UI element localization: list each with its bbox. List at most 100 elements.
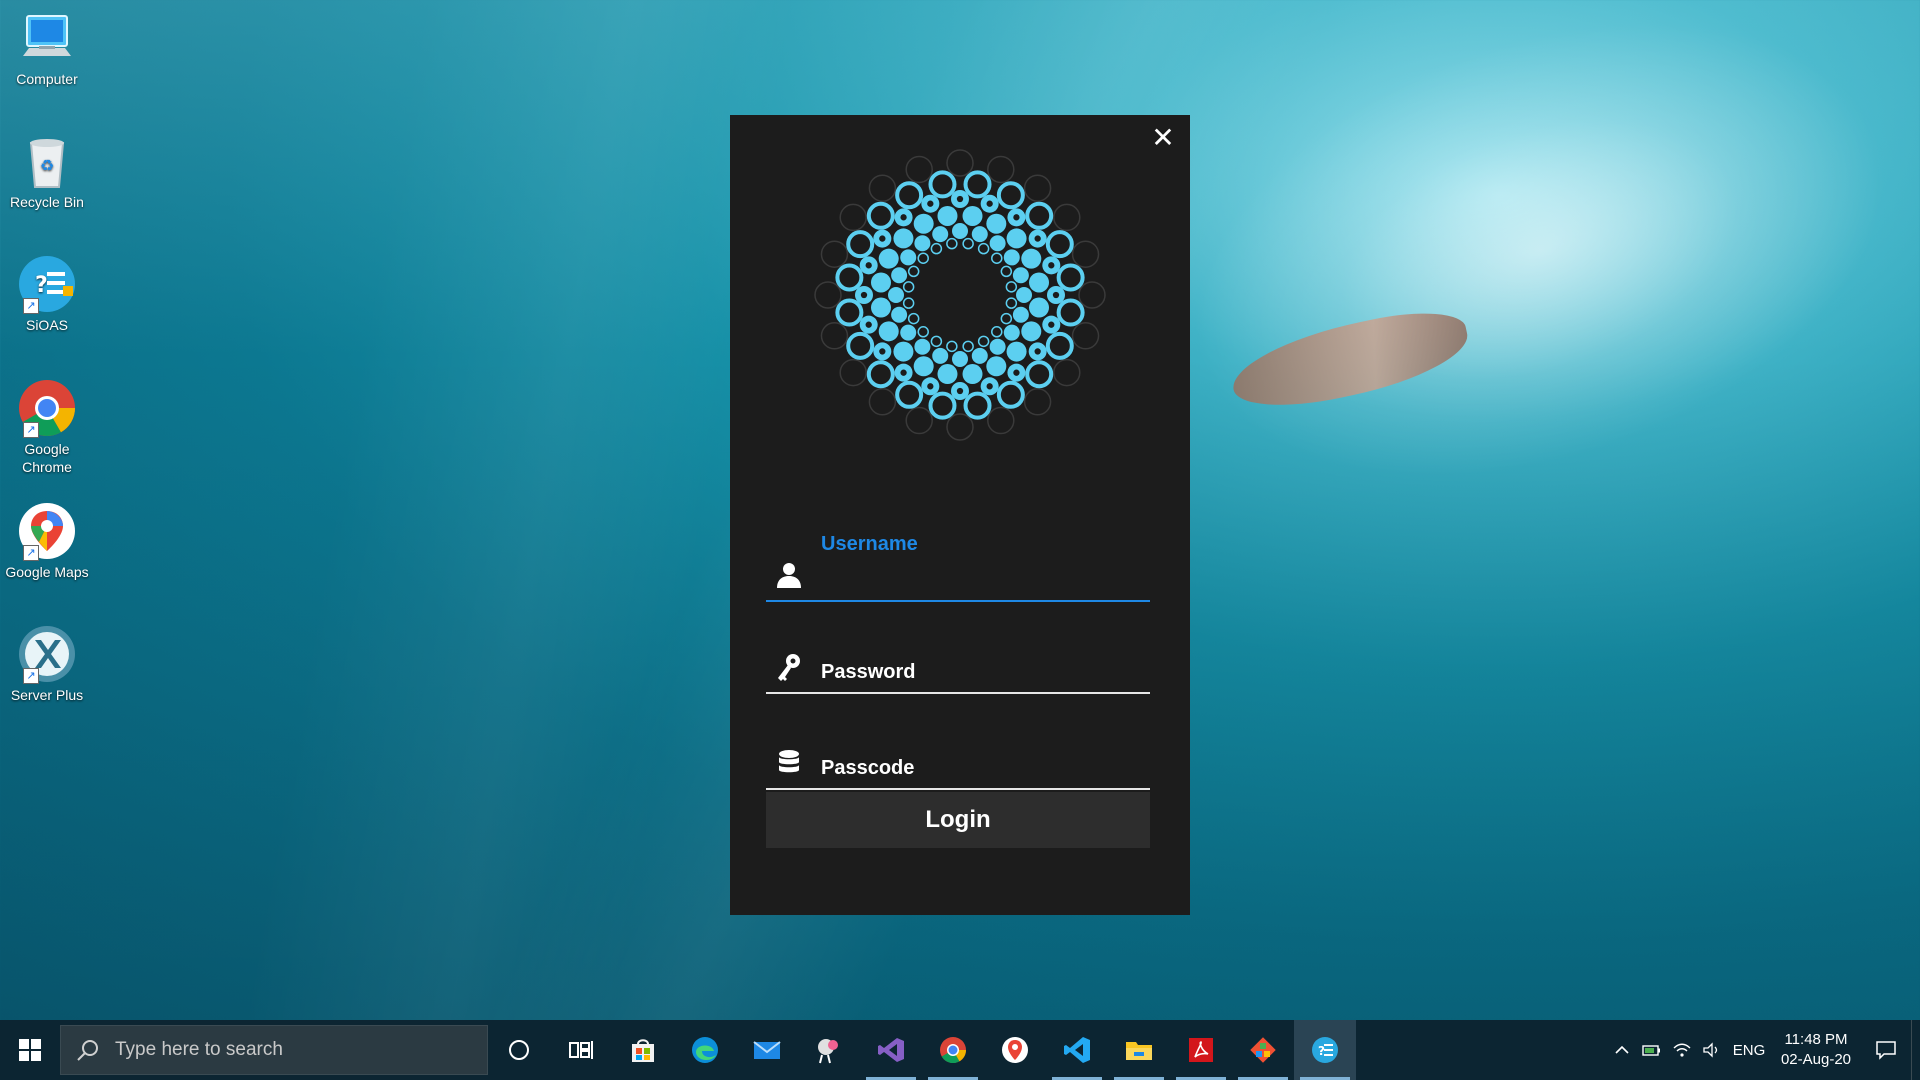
desktop-icon-computer[interactable]: Computer [0,0,94,88]
taskbar-app-acrobat[interactable] [1170,1020,1232,1080]
logo-dot [952,223,968,239]
logo-dot [930,242,943,255]
taskbar-search[interactable]: Type here to search [60,1025,488,1075]
logo-dot [839,358,867,387]
clock-date: 02-Aug-20 [1780,1051,1852,1068]
microsoft-store-icon [632,1039,654,1062]
desktop-icon-label: Computer [16,71,78,87]
logo-dot [878,248,899,269]
logo-dot [937,364,958,385]
desktop-icon-label: SiOAS [25,317,68,333]
logo-dot-center [879,348,886,355]
logo-dot [963,170,992,199]
close-button[interactable]: ✕ [1148,123,1178,153]
taskbar-app-git[interactable] [1232,1020,1294,1080]
volume-button[interactable] [1697,1020,1727,1080]
desktop-icon-google-chrome[interactable]: ↗ Google Chrome [0,370,94,476]
logo-dot [1053,203,1081,232]
taskbar-app-visual-studio[interactable] [860,1020,922,1080]
desktop-icon-label: Server Plus [10,687,84,703]
taskbar-app-edge[interactable] [674,1020,736,1080]
task-view-button[interactable] [550,1020,612,1080]
logo-dot-center [865,262,872,269]
passcode-field[interactable]: Passcode [766,738,1150,790]
logo-dot-center [956,387,964,395]
logo-dot [987,406,1015,435]
logo-dot [1000,312,1013,325]
logo-dot [1078,281,1106,309]
battery-button[interactable] [1637,1020,1667,1080]
logo-dot [991,252,1003,264]
taskbar-app-chrome[interactable] [922,1020,984,1080]
logo-dot-center [860,291,868,299]
logo-dot [937,205,958,226]
logo-dot [846,230,875,259]
logo-dot [1053,358,1081,387]
passcode-label: Passcode [821,757,915,779]
logo-dot [870,297,891,318]
logo-dot-center [1052,291,1060,299]
logo-dot [991,326,1003,338]
logo-dot [986,356,1007,377]
shortcut-arrow-icon: ↗ [23,422,39,438]
clock[interactable]: 11:48 PM 02-Aug-20 [1771,1030,1861,1070]
logo-dot [866,201,895,230]
show-hidden-icons-button[interactable] [1607,1020,1637,1080]
desktop-icon-recycle-bin[interactable]: ♻ Recycle Bin [0,123,94,211]
login-dialog: ✕ Username Password Passcode Login [730,115,1190,915]
logo-dot [914,235,931,252]
logo-dot [977,242,990,255]
logo-dot [835,263,864,292]
logo-dot [905,406,933,435]
taskbar-app-snip[interactable] [798,1020,860,1080]
taskbar-app-file-explorer[interactable] [1108,1020,1170,1080]
logo-dot [1023,388,1052,416]
language-indicator[interactable]: ENG [1727,1020,1771,1080]
network-button[interactable] [1667,1020,1697,1080]
login-button[interactable]: Login [766,792,1150,848]
logo-dot-center [927,200,934,207]
logo-dot [952,351,968,367]
desktop-icon-label: Google Maps [5,564,89,580]
logo-dot [989,235,1006,252]
cortana-button[interactable] [488,1020,550,1080]
logo-dot [932,226,949,243]
logo-dot [946,149,974,177]
logo-dot [928,391,957,420]
username-field[interactable]: Username [766,533,1150,602]
desktop-icon-sioas[interactable]: ? ↗ SiOAS [0,246,94,334]
logo-dot-center [1048,262,1055,269]
logo-dot [868,388,897,416]
logo-dot [891,267,908,284]
desktop-icon-server-plus[interactable]: ↗ Server Plus [0,616,94,704]
username-input[interactable] [821,564,1145,596]
logo-dot-center [900,369,907,376]
logo-dot [1045,230,1074,259]
password-field[interactable]: Password [766,642,1150,694]
logo-dot [1045,331,1074,360]
shortcut-arrow-icon: ↗ [23,298,39,314]
action-center-button[interactable] [1861,1020,1911,1080]
taskbar-app-sioas[interactable]: ? [1294,1020,1356,1080]
logo-dot [866,360,895,389]
google-maps-icon: ↗ [17,501,77,561]
visual-studio-icon [878,1038,904,1062]
logo-dot [1056,263,1085,292]
taskbar-app-google-maps[interactable] [984,1020,1046,1080]
user-icon [774,560,804,590]
desktop-icon-google-maps[interactable]: ↗ Google Maps [0,493,94,581]
key-icon [774,652,804,682]
sioas-icon: ? ↗ [17,254,77,314]
logo-dot [1056,298,1085,327]
start-button[interactable] [0,1020,60,1080]
taskbar-app-store[interactable] [612,1020,674,1080]
logo-dot [1006,341,1027,362]
acrobat-icon [1189,1038,1213,1062]
taskbar-app-mail[interactable] [736,1020,798,1080]
taskbar-app-vscode[interactable] [1046,1020,1108,1080]
chrome-icon [940,1037,967,1064]
show-desktop-button[interactable] [1911,1020,1920,1080]
logo-dot [846,331,875,360]
logo-dot [893,341,914,362]
logo-dot [917,326,929,338]
